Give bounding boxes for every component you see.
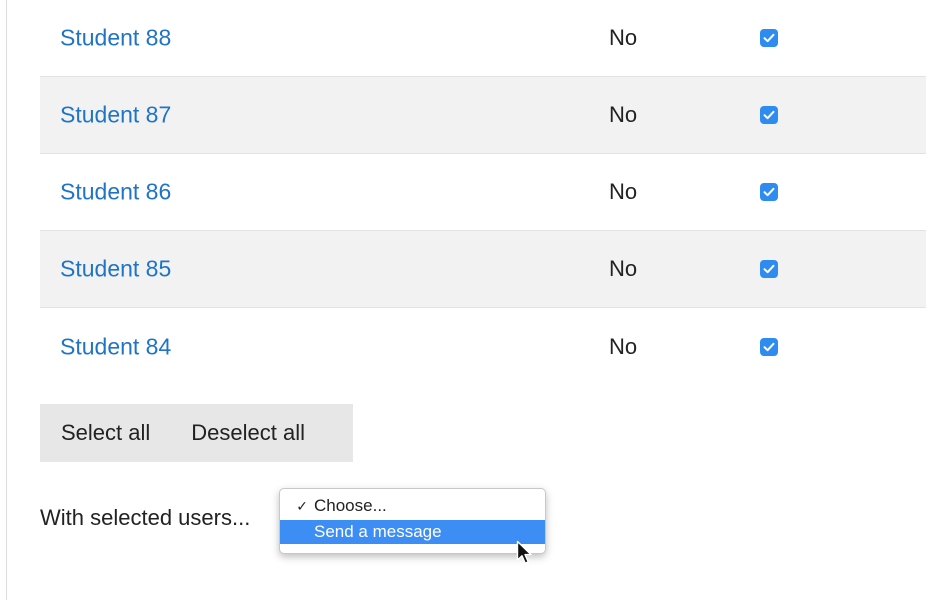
selected-check-icon: ✓ bbox=[296, 497, 308, 514]
option-label: Choose... bbox=[314, 496, 387, 515]
table-row: Student 85 No bbox=[40, 231, 926, 308]
select-checkbox[interactable] bbox=[760, 183, 778, 201]
mouse-pointer-icon bbox=[516, 540, 532, 564]
table-row: Student 88 No bbox=[40, 0, 926, 77]
student-name-link[interactable]: Student 85 bbox=[60, 256, 171, 283]
select-all-button[interactable]: Select all bbox=[40, 420, 171, 446]
dropdown-option-choose[interactable]: ✓ Choose... bbox=[280, 494, 545, 518]
bulk-action-dropdown[interactable]: ✓ Choose... Send a message bbox=[279, 488, 546, 554]
bulk-action-label: With selected users... bbox=[40, 505, 251, 530]
checkmark-icon bbox=[763, 33, 775, 43]
student-name-link[interactable]: Student 84 bbox=[60, 333, 171, 360]
select-checkbox[interactable] bbox=[760, 337, 778, 356]
status-cell: No bbox=[609, 179, 638, 204]
checkmark-icon bbox=[763, 342, 775, 351]
option-label: Send a message bbox=[314, 522, 442, 541]
status-cell: No bbox=[609, 25, 638, 50]
status-cell: No bbox=[609, 102, 638, 127]
student-name-link[interactable]: Student 88 bbox=[60, 25, 171, 52]
status-cell: No bbox=[609, 333, 638, 359]
select-checkbox[interactable] bbox=[760, 260, 778, 278]
table-row: Student 84 No bbox=[40, 308, 926, 385]
select-checkbox[interactable] bbox=[760, 29, 778, 47]
selection-button-group: Select all Deselect all bbox=[40, 404, 353, 462]
checkmark-icon bbox=[763, 110, 775, 120]
participants-page: Student 88 No Student 87 No Student 86 N… bbox=[0, 0, 951, 609]
student-name-link[interactable]: Student 86 bbox=[60, 179, 171, 206]
student-name-link[interactable]: Student 87 bbox=[60, 102, 171, 129]
table-row: Student 86 No bbox=[40, 154, 926, 231]
dropdown-option-send-message[interactable]: Send a message bbox=[280, 520, 545, 544]
checkmark-icon bbox=[763, 187, 775, 197]
status-cell: No bbox=[609, 256, 638, 281]
table-row: Student 87 No bbox=[40, 77, 926, 154]
participants-table: Student 88 No Student 87 No Student 86 N… bbox=[40, 0, 926, 385]
deselect-all-button[interactable]: Deselect all bbox=[171, 420, 326, 446]
select-checkbox[interactable] bbox=[760, 106, 778, 124]
checkmark-icon bbox=[763, 264, 775, 274]
page-border bbox=[6, 0, 7, 600]
